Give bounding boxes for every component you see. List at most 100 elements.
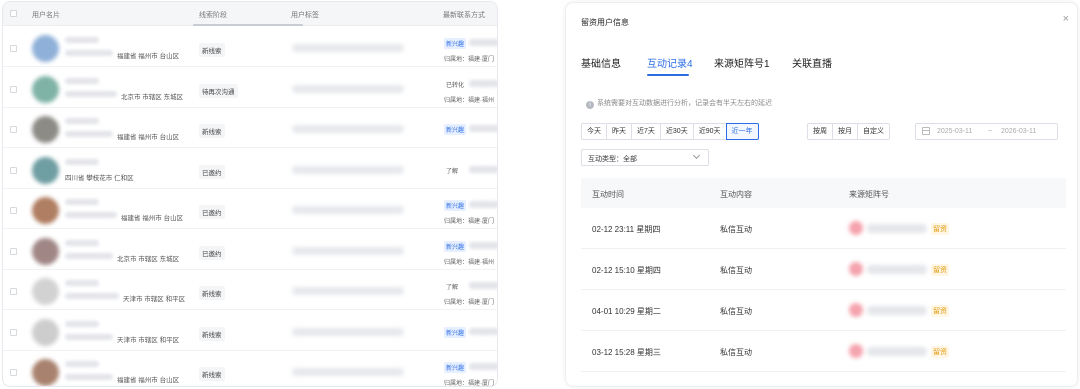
contact-tag: 新兴趣 [444,362,467,373]
table-row[interactable]: 北京市 市辖区 东城区 已邀约 新兴趣 归属地：福建·福州 [3,229,497,270]
row-checkbox[interactable] [10,328,17,336]
contact-tag: 新兴趣 [444,240,467,252]
contact-tag: 新兴趣 [444,326,467,338]
user-name-blurred [65,37,99,43]
contact-region: 归属地：福建·厦门 [444,381,494,387]
user-name-blurred [65,158,99,165]
contact-value-blurred [469,165,497,173]
avatar [32,359,59,386]
user-tags-blurred [292,44,404,52]
lead-stage: 新线索 [199,124,225,138]
range-1year-button[interactable]: 近一年 [725,123,759,140]
user-location: 天津市 市辖区 和平区 [117,336,180,344]
table-row[interactable]: 北京市 市辖区 东城区 待再次沟通 已转化 归属地：福建·福州 [3,67,497,108]
contact-value-blurred [469,363,497,370]
tab-basic-info[interactable]: 基础信息 [581,55,621,70]
user-location: 北京市 市辖区 东城区 [121,93,184,101]
row-checkbox[interactable] [10,247,17,255]
table-row[interactable]: 天津市 市辖区 和平区 新线索 新兴趣 [3,310,497,351]
table-row[interactable]: 福建省 福州市 台山区 新线索 新兴趣 归属地：福建·厦门 [3,350,497,387]
user-id-blurred [65,293,119,299]
matrix-avatar [849,344,863,358]
user-name-blurred [65,280,99,286]
range-yesterday-button[interactable]: 昨天 [606,123,632,140]
interaction-type-value: 互动类型：全部 [588,156,637,163]
user-tags-blurred [292,327,404,336]
modal-tabs: 基础信息 互动记录4 来源矩阵号1 关联直播 [581,55,1066,76]
table-row[interactable]: 福建省 福州市 台山区 已邀约 新兴趣 归属地：福建·厦门 [3,188,497,229]
row-checkbox[interactable] [10,45,17,52]
header-interaction-content: 互动内容 [720,190,752,199]
avatar [32,35,59,62]
interaction-row: 03-12 15:28 星期三 私信互动 留资 [581,331,1066,372]
range-30days-button[interactable]: 近30天 [659,123,694,140]
interaction-content: 私信互动 [720,225,752,234]
table-header: 用户名片 线索阶段 用户标签 最新联系方式 [3,2,497,26]
avatar [32,278,59,305]
range-button-group: 今天 昨天 近7天 近30天 近90天 近一年 [581,123,759,140]
contact-region: 归属地：福建·厦门 [444,219,494,225]
period-week-button[interactable]: 按周 [807,123,833,140]
row-checkbox[interactable] [10,288,17,295]
lead-stage: 已邀约 [199,164,225,179]
interaction-type-select[interactable]: 互动类型：全部 [581,149,709,166]
user-id-blurred [65,212,117,218]
range-90days-button[interactable]: 近90天 [692,123,727,140]
table-row[interactable]: 福建省 福州市 台山区 新线索 新兴趣 [3,107,497,148]
lead-badge: 留资 [931,264,949,276]
lead-stage: 待再次沟通 [199,83,238,98]
row-checkbox[interactable] [10,166,17,174]
avatar [32,75,59,103]
date-end: 2026-03-11 [1001,128,1037,135]
user-location: 天津市 市辖区 和平区 [123,296,186,303]
lead-stage: 新线索 [199,43,225,57]
header-latest-contact[interactable]: 最新联系方式 [443,10,485,20]
contact-tag: 新兴趣 [444,38,467,49]
date-range-picker[interactable]: 2025-03-11 ~ 2026-03-11 [915,123,1058,140]
tab-linked-live[interactable]: 关联直播 [792,55,832,70]
close-icon[interactable]: × [1063,14,1069,25]
info-icon: i [586,101,594,109]
matrix-name-blurred [867,347,927,356]
user-tags-blurred [292,206,404,214]
lead-badge: 留资 [931,305,949,317]
tab-interaction-records[interactable]: 互动记录4 [647,55,693,70]
period-month-button[interactable]: 按月 [832,123,858,140]
interaction-content: 私信互动 [720,266,752,275]
lead-badge: 留资 [931,223,949,235]
interaction-table-header: 互动时间 互动内容 来源矩阵号 [581,178,1066,208]
interaction-row: 02-12 15:10 星期四 私信互动 留资 [581,249,1066,290]
interaction-content: 私信互动 [720,307,752,316]
user-name-blurred [65,77,99,84]
header-lead-stage[interactable]: 线索阶段 [199,10,227,20]
range-today-button[interactable]: 今天 [581,123,607,140]
date-start: 2025-03-11 [937,128,973,135]
row-checkbox[interactable] [10,85,17,93]
avatar [32,116,59,143]
table-row[interactable]: 四川省 攀枝花市 仁和区 已邀约 了解 [3,148,497,189]
avatar [32,156,59,184]
header-user-card[interactable]: 用户名片 [32,10,60,20]
select-all-checkbox[interactable] [10,10,17,17]
modal-title: 留资用户信息 [581,18,629,27]
period-custom-button[interactable]: 自定义 [857,123,890,140]
table-row[interactable]: 福建省 福州市 台山区 新线索 新兴趣 归属地：福建·厦门 [3,26,497,67]
user-location: 福建省 福州市 台山区 [117,134,180,141]
active-tab-indicator [647,74,689,76]
row-checkbox[interactable] [10,207,17,214]
interaction-row: 04-01 10:29 星期二 私信互动 留资 [581,290,1066,331]
user-tags-blurred [292,287,404,295]
range-7days-button[interactable]: 近7天 [631,123,661,140]
user-tags-blurred [292,165,404,174]
row-checkbox[interactable] [10,369,17,376]
tab-source-matrix[interactable]: 来源矩阵号1 [714,55,770,70]
contact-value-blurred [469,201,497,208]
delay-notice: i 系统需要对互动数据进行分析，记录会有半天左右的延迟 [586,98,772,109]
contact-tag: 新兴趣 [444,200,467,211]
header-user-tags[interactable]: 用户标签 [291,10,319,20]
table-row[interactable]: 天津市 市辖区 和平区 新线索 了解 归属地：福建·厦门 [3,269,497,310]
contact-value-blurred [469,241,497,249]
row-checkbox[interactable] [10,126,17,133]
user-id-blurred [65,374,113,380]
contact-tag: 了解 [444,281,461,292]
